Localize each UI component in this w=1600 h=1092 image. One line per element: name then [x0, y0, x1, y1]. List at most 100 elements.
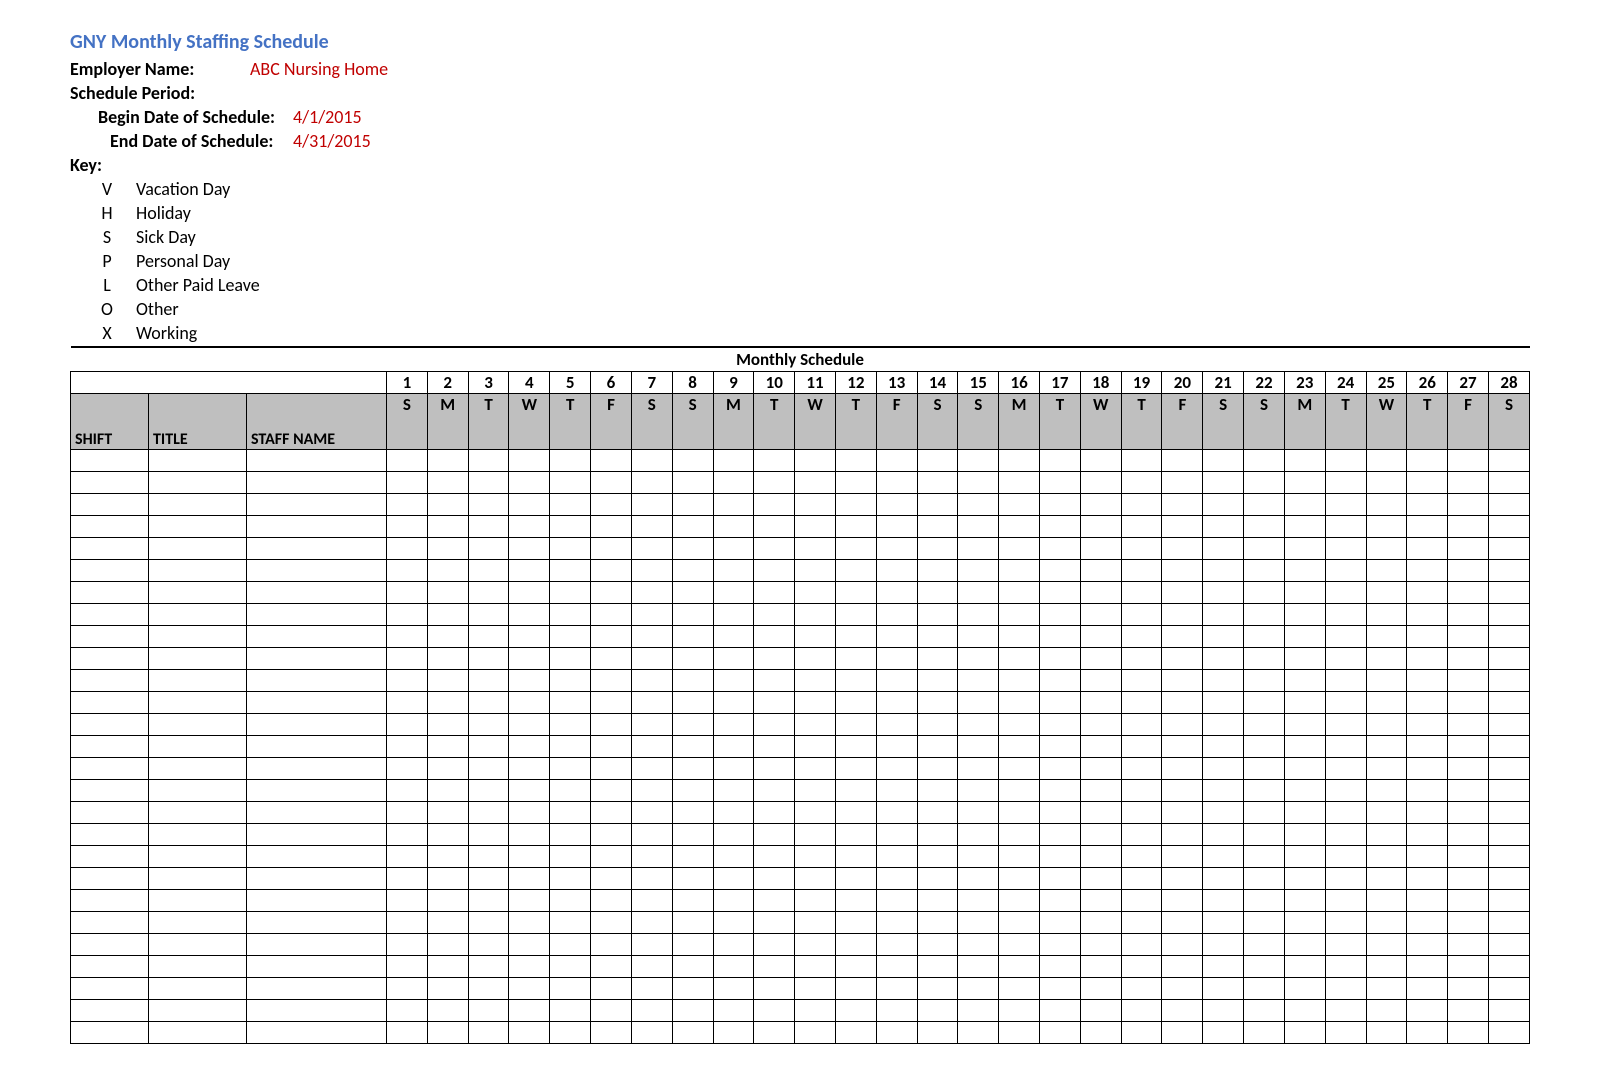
cell-day[interactable] [550, 669, 591, 691]
cell-day[interactable] [631, 867, 672, 889]
cell-day[interactable] [1040, 625, 1081, 647]
cell-day[interactable] [1448, 449, 1489, 471]
cell-day[interactable] [1448, 823, 1489, 845]
cell-day[interactable] [1407, 735, 1448, 757]
cell-day[interactable] [427, 691, 468, 713]
cell-day[interactable] [631, 537, 672, 559]
cell-day[interactable] [835, 559, 876, 581]
cell-day[interactable] [876, 977, 917, 999]
cell-day[interactable] [1448, 603, 1489, 625]
cell-day[interactable] [1040, 955, 1081, 977]
cell-day[interactable] [468, 581, 509, 603]
cell-day[interactable] [835, 603, 876, 625]
cell-day[interactable] [1284, 559, 1325, 581]
cell-day[interactable] [754, 471, 795, 493]
cell-day[interactable] [427, 669, 468, 691]
cell-day[interactable] [876, 471, 917, 493]
cell-day[interactable] [876, 779, 917, 801]
cell-name[interactable] [247, 977, 387, 999]
cell-day[interactable] [672, 1021, 713, 1043]
cell-day[interactable] [917, 757, 958, 779]
cell-day[interactable] [1080, 933, 1121, 955]
cell-day[interactable] [1162, 515, 1203, 537]
cell-day[interactable] [387, 999, 428, 1021]
cell-day[interactable] [795, 537, 836, 559]
cell-day[interactable] [1040, 999, 1081, 1021]
cell-day[interactable] [917, 581, 958, 603]
cell-day[interactable] [1407, 537, 1448, 559]
cell-day[interactable] [1284, 691, 1325, 713]
cell-day[interactable] [1162, 581, 1203, 603]
cell-day[interactable] [1040, 559, 1081, 581]
cell-day[interactable] [1162, 999, 1203, 1021]
cell-day[interactable] [795, 669, 836, 691]
cell-day[interactable] [1284, 779, 1325, 801]
cell-day[interactable] [754, 911, 795, 933]
cell-day[interactable] [1366, 823, 1407, 845]
cell-day[interactable] [1244, 603, 1285, 625]
cell-name[interactable] [247, 955, 387, 977]
cell-day[interactable] [835, 757, 876, 779]
cell-day[interactable] [713, 977, 754, 999]
cell-day[interactable] [427, 999, 468, 1021]
cell-day[interactable] [591, 449, 632, 471]
cell-day[interactable] [917, 625, 958, 647]
cell-day[interactable] [999, 449, 1040, 471]
cell-day[interactable] [1121, 449, 1162, 471]
cell-name[interactable] [247, 691, 387, 713]
cell-day[interactable] [591, 801, 632, 823]
cell-day[interactable] [509, 911, 550, 933]
cell-day[interactable] [1488, 779, 1529, 801]
cell-day[interactable] [1284, 669, 1325, 691]
cell-day[interactable] [835, 669, 876, 691]
cell-day[interactable] [591, 845, 632, 867]
cell-day[interactable] [713, 867, 754, 889]
cell-title[interactable] [149, 999, 247, 1021]
cell-day[interactable] [1407, 801, 1448, 823]
cell-day[interactable] [1040, 669, 1081, 691]
cell-day[interactable] [1162, 713, 1203, 735]
cell-day[interactable] [1162, 537, 1203, 559]
cell-day[interactable] [631, 449, 672, 471]
cell-name[interactable] [247, 603, 387, 625]
cell-day[interactable] [631, 977, 672, 999]
cell-day[interactable] [1325, 823, 1366, 845]
cell-day[interactable] [427, 867, 468, 889]
cell-day[interactable] [427, 757, 468, 779]
cell-day[interactable] [795, 867, 836, 889]
cell-day[interactable] [591, 823, 632, 845]
cell-day[interactable] [876, 999, 917, 1021]
cell-day[interactable] [591, 779, 632, 801]
cell-day[interactable] [917, 735, 958, 757]
cell-day[interactable] [387, 955, 428, 977]
cell-day[interactable] [795, 449, 836, 471]
cell-day[interactable] [795, 757, 836, 779]
cell-day[interactable] [468, 471, 509, 493]
cell-day[interactable] [672, 493, 713, 515]
cell-shift[interactable] [71, 779, 149, 801]
cell-day[interactable] [1448, 647, 1489, 669]
cell-day[interactable] [1325, 691, 1366, 713]
cell-day[interactable] [509, 471, 550, 493]
cell-day[interactable] [1244, 1021, 1285, 1043]
cell-day[interactable] [917, 603, 958, 625]
cell-day[interactable] [1244, 823, 1285, 845]
cell-day[interactable] [1203, 449, 1244, 471]
cell-day[interactable] [509, 955, 550, 977]
cell-day[interactable] [1040, 735, 1081, 757]
cell-day[interactable] [958, 449, 999, 471]
cell-day[interactable] [631, 735, 672, 757]
cell-day[interactable] [1366, 911, 1407, 933]
cell-day[interactable] [1366, 647, 1407, 669]
cell-shift[interactable] [71, 735, 149, 757]
cell-title[interactable] [149, 889, 247, 911]
cell-day[interactable] [713, 889, 754, 911]
cell-day[interactable] [795, 801, 836, 823]
cell-day[interactable] [468, 625, 509, 647]
cell-day[interactable] [795, 691, 836, 713]
cell-day[interactable] [754, 603, 795, 625]
cell-day[interactable] [387, 713, 428, 735]
cell-day[interactable] [1448, 779, 1489, 801]
cell-day[interactable] [713, 999, 754, 1021]
cell-day[interactable] [795, 933, 836, 955]
